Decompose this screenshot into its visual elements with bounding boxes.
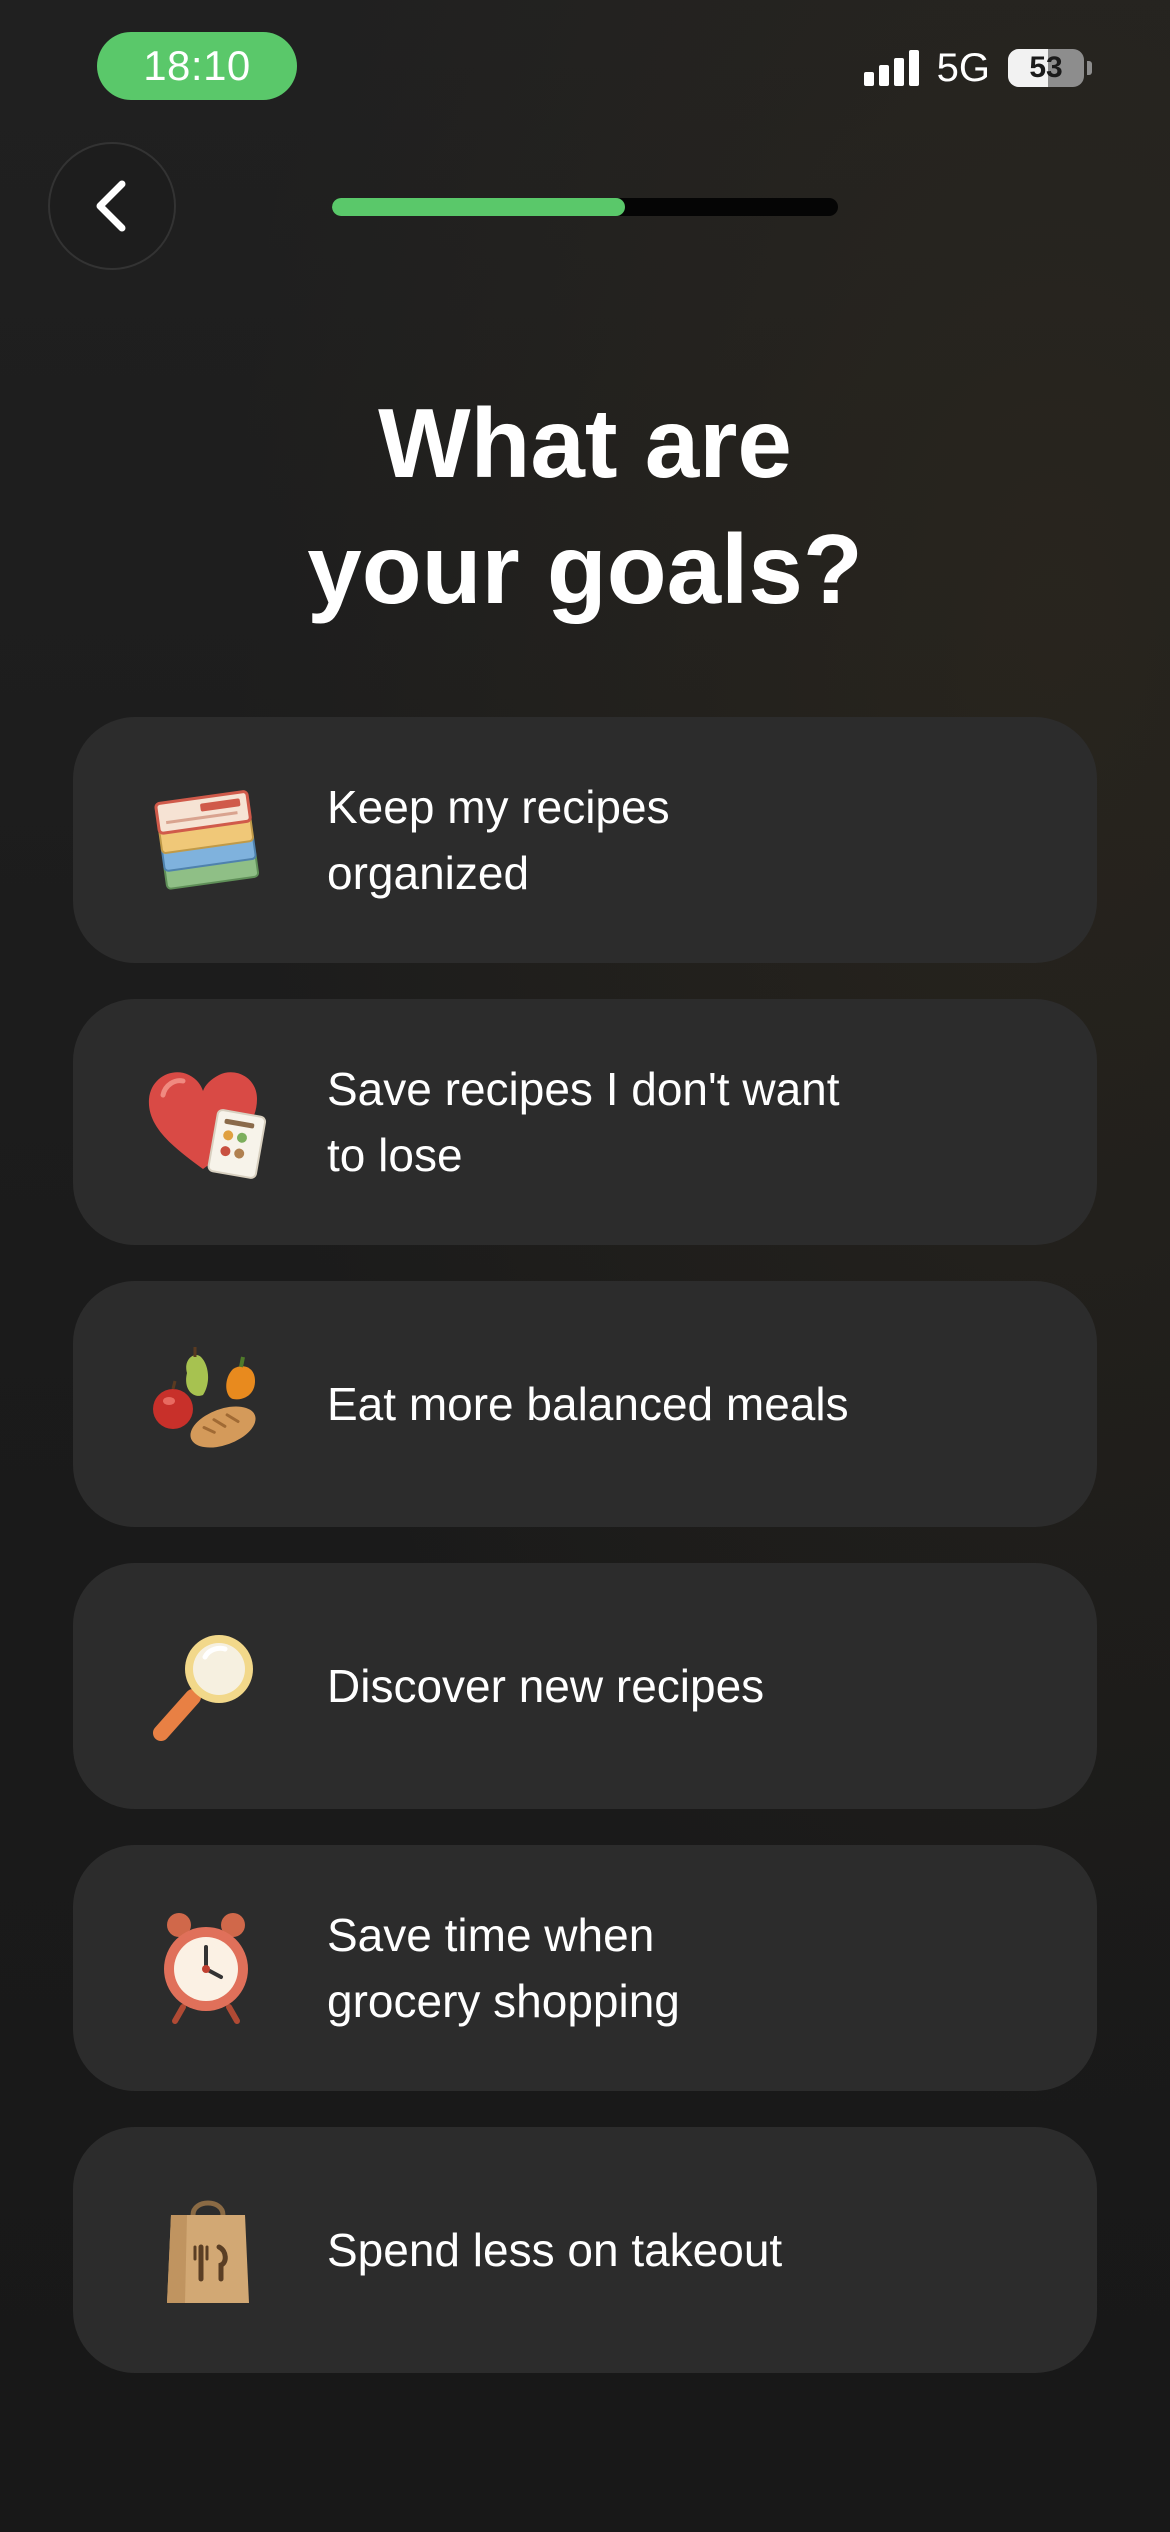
goal-option-balanced-meals[interactable]: Eat more balanced meals [73,1281,1097,1527]
goal-option-grocery-time[interactable]: Save time when grocery shopping [73,1845,1097,2091]
magnifying-glass-icon [153,1635,253,1741]
goal-label: Eat more balanced meals [327,1378,849,1430]
goal-option-discover-recipes[interactable]: Discover new recipes [73,1563,1097,1809]
battery-percentage: 53 [1029,51,1063,84]
goal-label: Spend less on takeout [327,2224,783,2276]
goal-label: Discover new recipes [327,1660,765,1712]
recipe-cards-icon [154,790,260,890]
goal-label: Save recipes I don't want to lose [327,1063,840,1181]
heart-recipe-icon [148,1072,267,1179]
status-time-pill: 18:10 [97,32,297,100]
status-time: 18:10 [143,42,251,89]
network-type: 5G [936,45,990,90]
status-indicators: 5G 53 [863,44,1092,92]
goal-option-save-recipes[interactable]: Save recipes I don't want to lose [73,999,1097,1245]
page-title: What are your goals? [307,388,863,624]
takeout-bag-icon [167,2200,249,2303]
progress-fill [332,198,626,216]
battery-icon: 53 [1008,49,1092,87]
goal-option-organize-recipes[interactable]: Keep my recipes organized [73,717,1097,963]
goal-label: Save time when grocery shopping [327,1909,680,2027]
fruits-bread-icon [153,1347,256,1448]
onboarding-progress-bar [332,198,838,216]
goal-label: Keep my recipes organized [327,781,670,899]
signal-strength-icon [863,50,919,86]
goal-options-list: Keep my recipes organized Save recipes I… [73,717,1097,2409]
goal-option-spend-less[interactable]: Spend less on takeout [73,2127,1097,2373]
goals-screen: 18:10 5G 53 What are your goals? Keep my… [0,0,1170,2532]
alarm-clock-icon [164,1913,248,2024]
chevron-left-icon [96,180,126,232]
back-button[interactable] [48,142,176,270]
